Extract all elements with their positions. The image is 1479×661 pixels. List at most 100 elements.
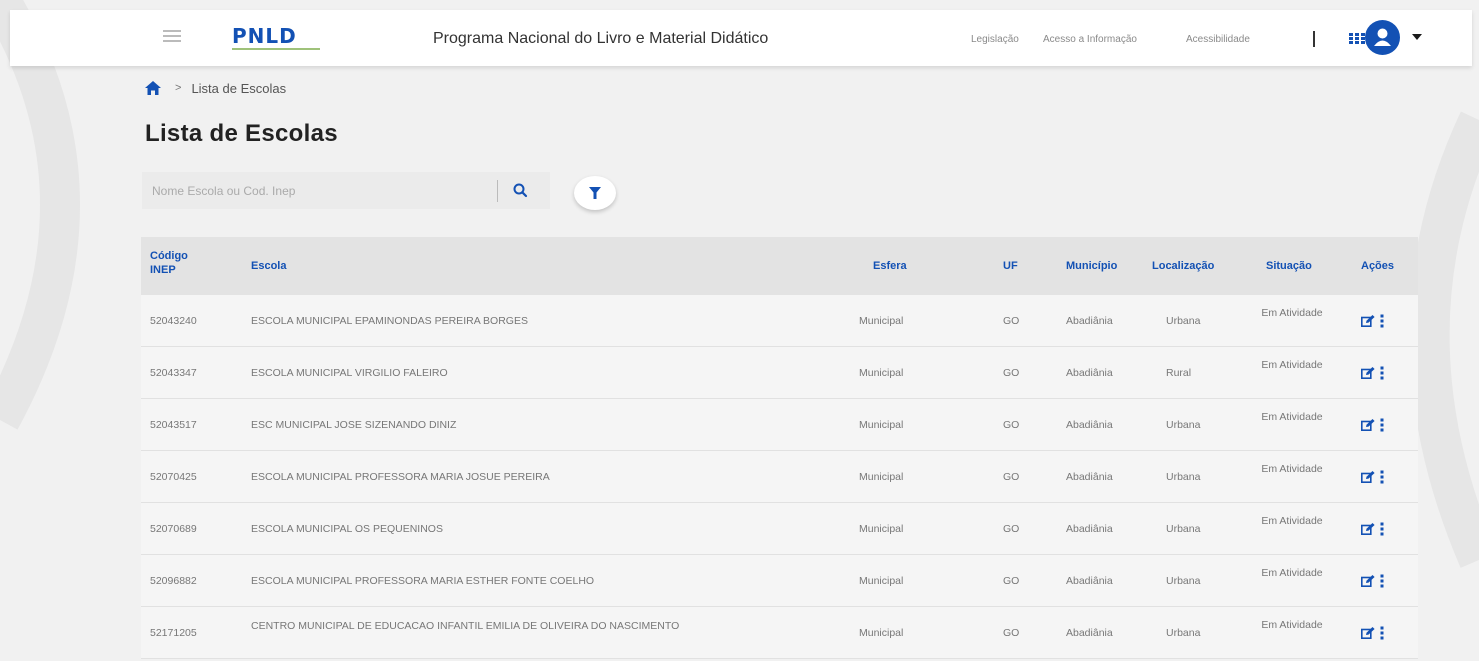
cell-uf: GO xyxy=(1003,315,1020,327)
more-vertical-icon[interactable] xyxy=(1379,366,1385,380)
edit-icon[interactable] xyxy=(1361,575,1375,587)
logo-underline xyxy=(232,48,320,50)
col-uf[interactable]: UF xyxy=(1003,259,1018,273)
cell-esfera: Municipal xyxy=(859,315,904,327)
cell-escola: ESCOLA MUNICIPAL PROFESSORA MARIA JOSUE … xyxy=(251,471,550,483)
table-header: Código INEP Escola Esfera UF Município L… xyxy=(141,237,1418,295)
cell-localizacao: Urbana xyxy=(1166,471,1201,483)
table-row[interactable]: 52096882 ESCOLA MUNICIPAL PROFESSORA MARI… xyxy=(141,555,1418,607)
table-row[interactable]: 52043517 ESC MUNICIPAL JOSE SIZENANDO DIN… xyxy=(141,399,1418,451)
search-box xyxy=(142,172,550,209)
header-divider xyxy=(1313,31,1315,47)
cell-situacao: Em Atividade xyxy=(1261,463,1323,475)
edit-icon[interactable] xyxy=(1361,627,1375,639)
cell-uf: GO xyxy=(1003,627,1020,639)
col-localizacao[interactable]: Localização xyxy=(1152,259,1214,273)
cell-esfera: Municipal xyxy=(859,575,904,587)
cell-uf: GO xyxy=(1003,575,1020,587)
user-icon xyxy=(1374,28,1391,46)
cell-localizacao: Urbana xyxy=(1166,315,1201,327)
col-situacao[interactable]: Situação xyxy=(1266,259,1312,273)
link-legislacao[interactable]: Legislação xyxy=(971,34,1019,45)
hamburger-icon[interactable] xyxy=(163,27,181,49)
cell-localizacao: Urbana xyxy=(1166,575,1201,587)
col-esfera[interactable]: Esfera xyxy=(873,259,907,273)
apps-grid-icon[interactable] xyxy=(1349,33,1365,44)
cell-localizacao: Urbana xyxy=(1166,523,1201,535)
table-row[interactable]: 52171205 CENTRO MUNICIPAL DE EDUCACAO INF… xyxy=(141,607,1418,659)
more-vertical-icon[interactable] xyxy=(1379,470,1385,484)
cell-escola: ESCOLA MUNICIPAL VIRGILIO FALEIRO xyxy=(251,367,448,379)
edit-icon[interactable] xyxy=(1361,315,1375,327)
user-avatar[interactable] xyxy=(1365,20,1400,55)
cell-escola: CENTRO MUNICIPAL DE EDUCACAO INFANTIL EM… xyxy=(251,620,680,632)
cell-municipio: Abadiânia xyxy=(1066,627,1113,639)
cell-uf: GO xyxy=(1003,367,1020,379)
cell-situacao: Em Atividade xyxy=(1261,307,1323,319)
home-icon[interactable] xyxy=(145,81,161,95)
table-row[interactable]: 52043347 ESCOLA MUNICIPAL VIRGILIO FALEIR… xyxy=(141,347,1418,399)
table-row[interactable]: 52043240 ESCOLA MUNICIPAL EPAMINONDAS PER… xyxy=(141,295,1418,347)
filter-button[interactable] xyxy=(574,176,616,210)
table-body: 52043240 ESCOLA MUNICIPAL EPAMINONDAS PER… xyxy=(141,295,1418,659)
col-acoes: Ações xyxy=(1361,260,1395,272)
edit-icon[interactable] xyxy=(1361,471,1375,483)
breadcrumb-current: Lista de Escolas xyxy=(191,80,287,96)
col-codigo-inep[interactable]: Código INEP xyxy=(150,249,200,277)
more-vertical-icon[interactable] xyxy=(1379,626,1385,640)
cell-situacao: Em Atividade xyxy=(1261,619,1323,631)
cell-localizacao: Urbana xyxy=(1166,627,1201,639)
link-acessibilidade[interactable]: Acessibilidade xyxy=(1186,34,1250,45)
cell-municipio: Abadiânia xyxy=(1066,523,1113,535)
table-row[interactable]: 52070689 ESCOLA MUNICIPAL OS PEQUENINOS Mu… xyxy=(141,503,1418,555)
col-escola[interactable]: Escola xyxy=(251,259,286,273)
cell-uf: GO xyxy=(1003,471,1020,483)
cell-municipio: Abadiânia xyxy=(1066,471,1113,483)
more-vertical-icon[interactable] xyxy=(1379,522,1385,536)
cell-situacao: Em Atividade xyxy=(1261,359,1323,371)
cell-localizacao: Urbana xyxy=(1166,419,1201,431)
cell-esfera: Municipal xyxy=(859,419,904,431)
search-input[interactable] xyxy=(142,172,495,209)
cell-codigo-inep: 52096882 xyxy=(150,575,197,587)
cell-codigo-inep: 52070689 xyxy=(150,523,197,535)
edit-icon[interactable] xyxy=(1361,367,1375,379)
breadcrumb: > Lista de Escolas xyxy=(145,80,286,96)
page-title: Lista de Escolas xyxy=(145,120,338,147)
cell-situacao: Em Atividade xyxy=(1261,567,1323,579)
pnld-logo[interactable]: PNLD xyxy=(232,26,322,54)
table-row[interactable]: 52070425 ESCOLA MUNICIPAL PROFESSORA MARI… xyxy=(141,451,1418,503)
cell-situacao: Em Atividade xyxy=(1261,515,1323,527)
cell-escola: ESC MUNICIPAL JOSE SIZENANDO DINIZ xyxy=(251,419,457,431)
top-header: PNLD Programa Nacional do Livro e Materi… xyxy=(10,10,1472,66)
cell-localizacao: Rural xyxy=(1166,367,1192,379)
more-vertical-icon[interactable] xyxy=(1379,574,1385,588)
cell-codigo-inep: 52043240 xyxy=(150,315,197,327)
edit-icon[interactable] xyxy=(1361,419,1375,431)
filter-icon xyxy=(589,187,601,199)
chevron-down-icon[interactable] xyxy=(1412,34,1422,40)
search-icon[interactable] xyxy=(510,181,532,201)
cell-uf: GO xyxy=(1003,419,1020,431)
cell-esfera: Municipal xyxy=(859,523,904,535)
edit-icon[interactable] xyxy=(1361,523,1375,535)
logo-text: PNLD xyxy=(232,24,297,48)
cell-codigo-inep: 52043347 xyxy=(150,367,197,379)
cell-codigo-inep: 52070425 xyxy=(150,471,197,483)
cell-codigo-inep: 52171205 xyxy=(150,627,197,639)
col-municipio[interactable]: Município xyxy=(1066,259,1117,273)
cell-municipio: Abadiânia xyxy=(1066,575,1113,587)
more-vertical-icon[interactable] xyxy=(1379,314,1385,328)
more-vertical-icon[interactable] xyxy=(1379,418,1385,432)
cell-escola: ESCOLA MUNICIPAL EPAMINONDAS PEREIRA BOR… xyxy=(251,315,528,327)
cell-municipio: Abadiânia xyxy=(1066,419,1113,431)
cell-esfera: Municipal xyxy=(859,627,904,639)
cell-municipio: Abadiânia xyxy=(1066,315,1113,327)
cell-escola: ESCOLA MUNICIPAL PROFESSORA MARIA ESTHER… xyxy=(251,575,595,587)
cell-codigo-inep: 52043517 xyxy=(150,419,197,431)
link-acesso-informacao[interactable]: Acesso a Informação xyxy=(1043,34,1137,45)
breadcrumb-separator: > xyxy=(175,82,182,94)
cell-esfera: Municipal xyxy=(859,367,904,379)
cell-uf: GO xyxy=(1003,523,1020,535)
cell-situacao: Em Atividade xyxy=(1261,411,1323,423)
